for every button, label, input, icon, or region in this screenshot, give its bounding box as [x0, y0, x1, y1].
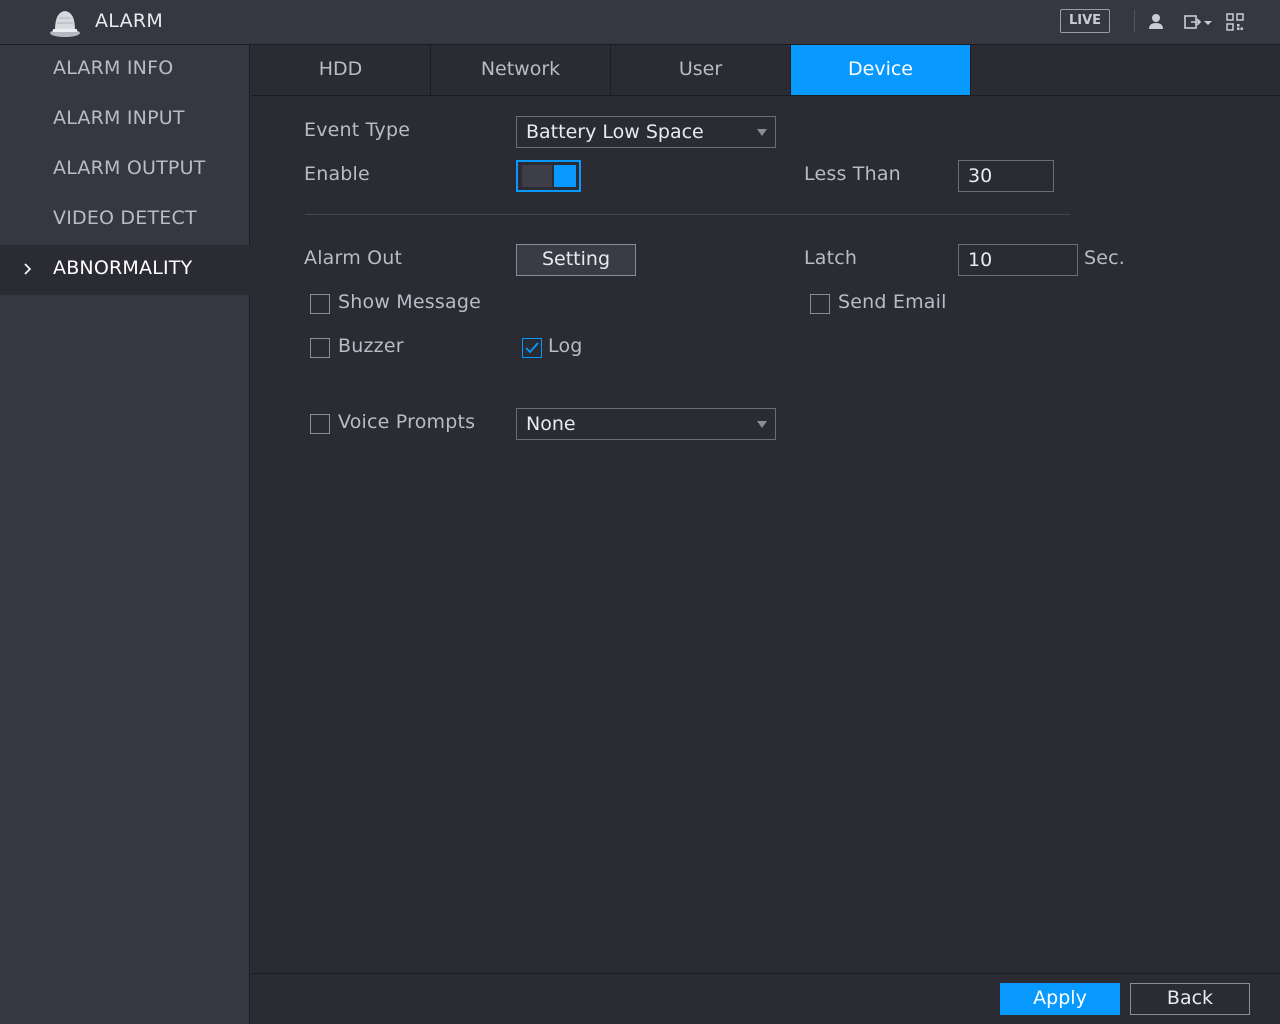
- send-email-checkbox[interactable]: [810, 294, 830, 314]
- page-title: ALARM: [95, 10, 164, 32]
- voice-prompts-label: Voice Prompts: [338, 411, 476, 433]
- alarm-out-label: Alarm Out: [304, 247, 403, 269]
- sidebar-item-label: VIDEO DETECT: [53, 207, 197, 229]
- back-button[interactable]: Back: [1130, 983, 1250, 1015]
- user-icon[interactable]: [1146, 12, 1166, 32]
- show-message-checkbox[interactable]: [310, 294, 330, 314]
- log-label: Log: [548, 335, 583, 357]
- alarm-bell-icon: [50, 11, 80, 37]
- live-button[interactable]: LIVE: [1060, 9, 1110, 33]
- tab-network[interactable]: Network: [431, 45, 611, 95]
- buzzer-label: Buzzer: [338, 335, 404, 357]
- show-message-label: Show Message: [338, 291, 481, 313]
- less-than-label: Less Than: [804, 163, 901, 185]
- footer-bar: [251, 973, 1280, 1024]
- logout-icon[interactable]: [1183, 12, 1203, 32]
- tab-bar: HDD Network User Device: [251, 45, 1280, 96]
- log-checkbox[interactable]: [522, 338, 542, 358]
- latch-unit: Sec.: [1084, 247, 1126, 269]
- sidebar-item-video-detect[interactable]: VIDEO DETECT: [0, 195, 250, 245]
- enable-label: Enable: [304, 163, 370, 185]
- enable-toggle[interactable]: [516, 160, 581, 192]
- qr-code-icon[interactable]: [1225, 12, 1245, 32]
- toggle-track: [522, 165, 552, 187]
- voice-prompts-checkbox[interactable]: [310, 414, 330, 434]
- sidebar-item-alarm-info[interactable]: ALARM INFO: [0, 45, 250, 95]
- tab-user[interactable]: User: [611, 45, 791, 95]
- sidebar-item-alarm-input[interactable]: ALARM INPUT: [0, 95, 250, 145]
- event-type-label: Event Type: [304, 119, 411, 141]
- checkmark-icon: [525, 342, 539, 354]
- sidebar-item-label: ABNORMALITY: [53, 257, 193, 279]
- latch-input[interactable]: 10: [958, 244, 1078, 276]
- apply-button[interactable]: Apply: [1000, 983, 1120, 1015]
- send-email-label: Send Email: [838, 291, 947, 313]
- sidebar: ALARM INFO ALARM INPUT ALARM OUTPUT VIDE…: [0, 45, 250, 1024]
- dropdown-arrow-icon: [757, 421, 767, 428]
- less-than-input[interactable]: 30: [958, 160, 1054, 192]
- voice-prompts-select[interactable]: None: [516, 408, 776, 440]
- event-type-value: Battery Low Space: [526, 121, 704, 143]
- sidebar-item-label: ALARM INFO: [53, 57, 174, 79]
- sidebar-item-label: ALARM INPUT: [53, 107, 185, 129]
- sidebar-item-alarm-output[interactable]: ALARM OUTPUT: [0, 145, 250, 195]
- alarm-out-setting-button[interactable]: Setting: [516, 244, 636, 276]
- buzzer-checkbox[interactable]: [310, 338, 330, 358]
- section-divider: [305, 214, 1070, 215]
- tab-hdd[interactable]: HDD: [251, 45, 431, 95]
- header-divider: [1134, 10, 1135, 32]
- sidebar-item-label: ALARM OUTPUT: [53, 157, 206, 179]
- latch-value: 10: [968, 249, 993, 271]
- event-type-select[interactable]: Battery Low Space: [516, 116, 776, 148]
- chevron-down-icon[interactable]: [1203, 18, 1213, 28]
- toggle-knob: [554, 165, 576, 187]
- tab-device[interactable]: Device: [791, 45, 971, 95]
- top-header-bar: ALARM LIVE: [0, 0, 1280, 45]
- dropdown-arrow-icon: [757, 129, 767, 136]
- latch-label: Latch: [804, 247, 858, 269]
- less-than-value: 30: [968, 165, 993, 187]
- voice-prompts-value: None: [526, 413, 576, 435]
- sidebar-item-abnormality[interactable]: ABNORMALITY: [0, 245, 250, 295]
- chevron-right-icon: [24, 263, 32, 275]
